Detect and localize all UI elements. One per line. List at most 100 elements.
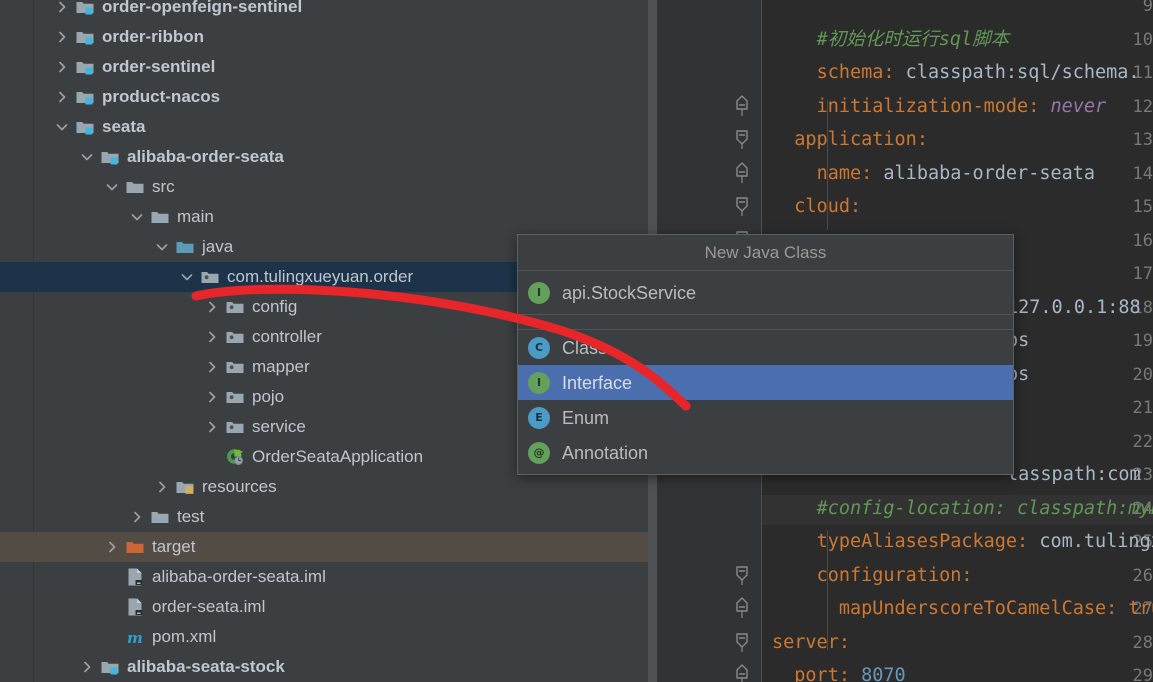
class-icon: C <box>528 336 550 359</box>
code-line[interactable]: configuration: <box>772 565 973 586</box>
code-fold-end-icon[interactable] <box>733 94 751 117</box>
popup-option-interface[interactable]: I Interface <box>518 365 1013 400</box>
tree-item-label: order-seata.iml <box>152 597 266 616</box>
tree-item-target[interactable]: target <box>0 532 648 562</box>
chevron-down-icon[interactable] <box>128 208 146 226</box>
code-fold-end-icon[interactable] <box>733 663 751 682</box>
code-token: : <box>849 196 862 217</box>
enum-icon: E <box>528 406 550 429</box>
new-java-class-popup[interactable]: New Java Class I api.StockService C Class… <box>517 234 1014 475</box>
tree-item-order-seata-iml[interactable]: order-seata.iml <box>0 592 648 622</box>
code-token: cloud <box>794 196 850 217</box>
code-fold-start-icon[interactable] <box>733 127 751 150</box>
package-icon <box>225 297 245 317</box>
code-fold-end-icon[interactable] <box>733 161 751 184</box>
tree-item-resources[interactable]: resources <box>0 472 648 502</box>
code-line[interactable]: typeAliasesPackage: com.tulingx <box>772 532 1153 552</box>
class-name-input[interactable]: I api.StockService <box>518 271 1013 315</box>
tree-item-label: alibaba-order-seata.iml <box>152 567 326 586</box>
chevron-right-icon[interactable] <box>53 88 71 106</box>
line-number: 10 <box>1132 29 1153 50</box>
package-icon <box>200 267 220 287</box>
code-line[interactable]: #初始化时运行sql脚本 <box>772 29 1010 50</box>
module-folder-icon <box>75 27 95 47</box>
tree-item-alibaba-order-seata[interactable]: alibaba-order-seata <box>0 142 648 172</box>
code-line[interactable]: #config-location: classpath:myb <box>772 498 1153 519</box>
chevron-right-icon[interactable] <box>128 508 146 526</box>
package-icon <box>225 327 245 347</box>
chevron-right-icon[interactable] <box>53 28 71 46</box>
tree-item-pom-xml[interactable]: m pom.xml <box>0 622 648 652</box>
tree-item-order-sentinel[interactable]: order-sentinel <box>0 52 648 82</box>
tree-item-main[interactable]: main <box>0 202 648 232</box>
line-number: 9 <box>1142 0 1153 16</box>
package-icon <box>225 417 245 437</box>
chevron-right-icon[interactable] <box>103 538 121 556</box>
chevron-down-icon[interactable] <box>53 118 71 136</box>
code-line[interactable]: cloud: <box>772 197 861 217</box>
code-line[interactable]: 127.0.0.1:88 <box>1007 297 1141 318</box>
chevron-down-icon[interactable] <box>78 148 96 166</box>
module-folder-icon <box>75 57 95 77</box>
code-line[interactable]: server: <box>772 631 850 653</box>
tree-item-label: OrderSeataApplication <box>252 447 424 466</box>
code-token: : <box>838 665 862 682</box>
tree-item-src[interactable]: src <box>0 172 648 202</box>
code-line[interactable]: application: <box>772 130 928 150</box>
code-token: : <box>861 162 884 184</box>
code-fold-start-icon[interactable] <box>733 630 751 653</box>
popup-divider <box>518 315 1013 330</box>
code-fold-start-icon[interactable] <box>733 194 751 217</box>
code-token: 8070 <box>861 665 906 682</box>
chevron-right-icon[interactable] <box>153 478 171 496</box>
tree-item-label: order-openfeign-sentinel <box>102 0 303 16</box>
tree-item-alibaba-order-seata-iml[interactable]: alibaba-order-seata.iml <box>0 562 648 592</box>
popup-option-annotation[interactable]: @ Annotation <box>518 435 1013 470</box>
code-fold-start-icon[interactable] <box>733 563 751 586</box>
tree-item-alibaba-seata-stock[interactable]: alibaba-seata-stock <box>0 652 648 682</box>
code-token: mapUnderscoreToCamelCase <box>838 598 1107 619</box>
chevron-right-icon[interactable] <box>203 358 221 376</box>
indent-guide <box>827 530 828 650</box>
chevron-right-icon[interactable] <box>203 298 221 316</box>
code-token: alibaba-order-seata <box>883 162 1096 184</box>
popup-option-enum[interactable]: E Enum <box>518 400 1013 435</box>
code-token: never <box>1050 95 1107 117</box>
code-line[interactable]: lasspath:com <box>1007 465 1141 485</box>
chevron-right-icon[interactable] <box>78 658 96 676</box>
tree-item-label: main <box>177 207 214 226</box>
code-line[interactable]: name: alibaba-order-seata <box>772 162 1096 184</box>
chevron-down-icon[interactable] <box>178 268 196 286</box>
code-line[interactable]: initialization-mode: never <box>772 95 1107 117</box>
tree-item-order-openfeign-sentinel[interactable]: order-openfeign-sentinel <box>0 0 648 22</box>
tree-item-seata[interactable]: seata <box>0 112 648 142</box>
code-token: : <box>1017 531 1040 552</box>
code-fold-end-icon[interactable] <box>733 596 751 619</box>
code-line[interactable]: schema: classpath:sql/schema. <box>772 63 1140 83</box>
chevron-down-icon[interactable] <box>103 178 121 196</box>
chevron-down-icon[interactable] <box>153 238 171 256</box>
tree-item-test[interactable]: test <box>0 502 648 532</box>
chevron-right-icon[interactable] <box>203 328 221 346</box>
chevron-right-icon[interactable] <box>203 388 221 406</box>
code-line[interactable]: port: 8070 <box>772 665 906 682</box>
iml-file-icon <box>125 597 145 617</box>
code-line[interactable]: mapUnderscoreToCamelCase: tru <box>772 599 1153 619</box>
code-token: initialization-mode <box>816 95 1029 117</box>
popup-option-label: Enum <box>562 407 610 428</box>
line-number: 15 <box>1132 197 1153 217</box>
code-token: : <box>838 631 850 653</box>
tree-item-order-ribbon[interactable]: order-ribbon <box>0 22 648 52</box>
popup-option-class[interactable]: C Class <box>518 330 1013 365</box>
tree-item-product-nacos[interactable]: product-nacos <box>0 82 648 112</box>
chevron-right-icon[interactable] <box>53 0 71 16</box>
chevron-right-icon[interactable] <box>53 58 71 76</box>
chevron-right-icon[interactable] <box>203 418 221 436</box>
code-token: schema <box>816 62 884 83</box>
folder-icon <box>150 507 170 527</box>
tree-item-label: seata <box>102 117 146 136</box>
